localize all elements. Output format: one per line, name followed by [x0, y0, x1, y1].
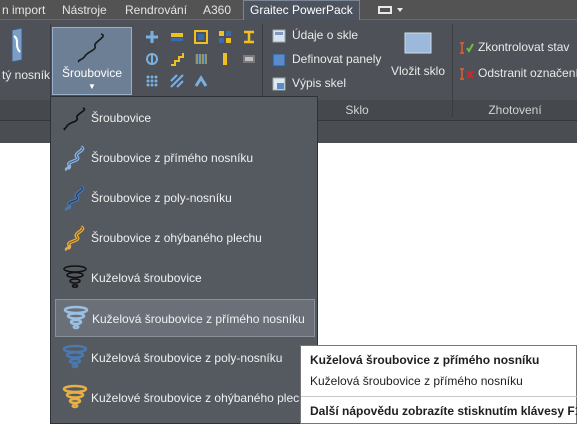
- menu-item-conical-helix-bent-plate[interactable]: Kuželové šroubovice z ohýbaného plech: [55, 379, 315, 417]
- glass-list-button[interactable]: Výpis skel: [272, 75, 372, 93]
- grating-icon[interactable]: [194, 52, 208, 66]
- tab-nastroje[interactable]: Nástroje: [62, 0, 107, 20]
- tab-graitec-powerpack[interactable]: Graitec PowerPack: [243, 0, 360, 20]
- beam-icon: [11, 27, 23, 63]
- tooltip-help-hint: Další nápovědu zobrazíte stisknutím kláv…: [310, 404, 577, 418]
- glass-info-label: Údaje o skle: [292, 28, 359, 42]
- bent-beam-icon[interactable]: [194, 74, 208, 88]
- menu-item-label: Kuželová šroubovice z přímého nosníku: [92, 312, 305, 326]
- post-icon[interactable]: [218, 52, 232, 66]
- menu-item-label: Šroubovice z poly-nosníku: [91, 191, 232, 205]
- screen-icon: [378, 6, 403, 14]
- check-status-icon: [460, 42, 474, 54]
- conical-helix-poly-beam-icon: [62, 344, 88, 369]
- straight-beam-label: tý nosník: [2, 68, 51, 82]
- frame-icon[interactable]: [194, 30, 208, 44]
- glass-info-button[interactable]: Údaje o skle: [272, 27, 372, 45]
- panel-options-button[interactable]: [374, 3, 406, 17]
- conical-helix-straight-beam-icon: [63, 305, 89, 330]
- menu-item-helix-poly-beam[interactable]: Šroubovice z poly-nosníku: [55, 179, 315, 217]
- menu-item-helix[interactable]: Šroubovice: [55, 99, 315, 137]
- chevron-down-icon: ▼: [88, 82, 96, 91]
- menu-item-label: Kuželové šroubovice z ohýbaného plech: [91, 391, 306, 405]
- menu-item-label: Kuželová šroubovice z poly-nosníku: [91, 351, 283, 365]
- check-status-label: Zkontrolovat stav: [478, 40, 570, 54]
- insert-glass-label: Vložit sklo: [391, 64, 446, 78]
- helix-split-button[interactable]: Šroubovice ▼: [52, 27, 132, 95]
- menu-item-conical-helix[interactable]: Kuželová šroubovice: [55, 259, 315, 297]
- check-status-button[interactable]: Zkontrolovat stav: [458, 39, 577, 57]
- grid-plate-icon[interactable]: [218, 30, 232, 44]
- tab-rendrovani[interactable]: Rendrování: [125, 0, 187, 20]
- menu-item-conical-helix-straight-beam[interactable]: Kuželová šroubovice z přímého nosníku: [55, 299, 315, 337]
- tooltip-title: Kuželová šroubovice z přímého nosníku: [310, 353, 540, 367]
- tab-a360[interactable]: A360: [203, 0, 231, 20]
- tab-import[interactable]: n import: [2, 0, 45, 20]
- menu-item-label: Šroubovice z ohýbaného plechu: [91, 231, 262, 245]
- helix-straight-beam-icon: [64, 145, 85, 172]
- glass-info-icon: [272, 29, 286, 43]
- menu-item-helix-straight-beam[interactable]: Šroubovice z přímého nosníku: [55, 139, 315, 177]
- helix-bent-plate-icon: [64, 225, 85, 252]
- i-beam-icon[interactable]: [242, 30, 256, 44]
- define-panels-label: Definovat panely: [292, 52, 382, 66]
- stair-icon[interactable]: [170, 52, 184, 66]
- helix-icon: [63, 107, 86, 131]
- dots-grid-icon[interactable]: [145, 74, 159, 88]
- menu-item-label: Šroubovice: [91, 111, 152, 125]
- manufacture-panel-title: Zhotovení: [488, 103, 542, 117]
- cross-beam-icon[interactable]: [145, 30, 159, 44]
- tooltip-divider: [301, 396, 577, 397]
- insert-glass-icon: [404, 32, 432, 54]
- straight-beam-button[interactable]: tý nosník: [0, 24, 50, 98]
- weld-icon[interactable]: [242, 52, 256, 66]
- conical-helix-bent-plate-icon: [62, 384, 88, 409]
- diagonal-beams-icon[interactable]: [170, 74, 184, 88]
- helix-dropdown-menu: Šroubovice Šroubovice z přímého nosníku …: [50, 96, 318, 424]
- remove-marking-label: Odstranit označení: [478, 66, 577, 80]
- define-panels-icon: [272, 53, 286, 67]
- menu-item-label: Šroubovice z přímého nosníku: [91, 151, 254, 165]
- command-tooltip: Kuželová šroubovice z přímého nosníku Ku…: [300, 345, 577, 424]
- remove-marking-button[interactable]: Odstranit označení: [458, 65, 577, 83]
- glass-list-icon: [272, 77, 286, 91]
- menu-item-helix-bent-plate[interactable]: Šroubovice z ohýbaného plechu: [55, 219, 315, 257]
- menu-item-label: Kuželová šroubovice: [91, 271, 202, 285]
- remove-marking-icon: [460, 68, 474, 80]
- define-panels-button[interactable]: Definovat panely: [272, 51, 382, 69]
- ribbon-tab-bar: n import Nástroje Rendrování A360 Graite…: [0, 0, 577, 20]
- tooltip-description: Kuželová šroubovice z přímého nosníku: [310, 374, 523, 388]
- menu-item-conical-helix-poly-beam[interactable]: Kuželová šroubovice z poly-nosníku: [55, 339, 315, 377]
- conical-helix-icon: [63, 265, 87, 288]
- helix-icon: [77, 33, 104, 63]
- plate-beam-icon[interactable]: [170, 30, 184, 44]
- helix-poly-beam-icon: [64, 185, 85, 212]
- helix-button-label: Šroubovice: [61, 66, 123, 80]
- insert-glass-button[interactable]: Vložit sklo: [388, 30, 448, 92]
- glass-list-label: Výpis skel: [292, 76, 347, 90]
- anchor-icon[interactable]: [145, 52, 159, 66]
